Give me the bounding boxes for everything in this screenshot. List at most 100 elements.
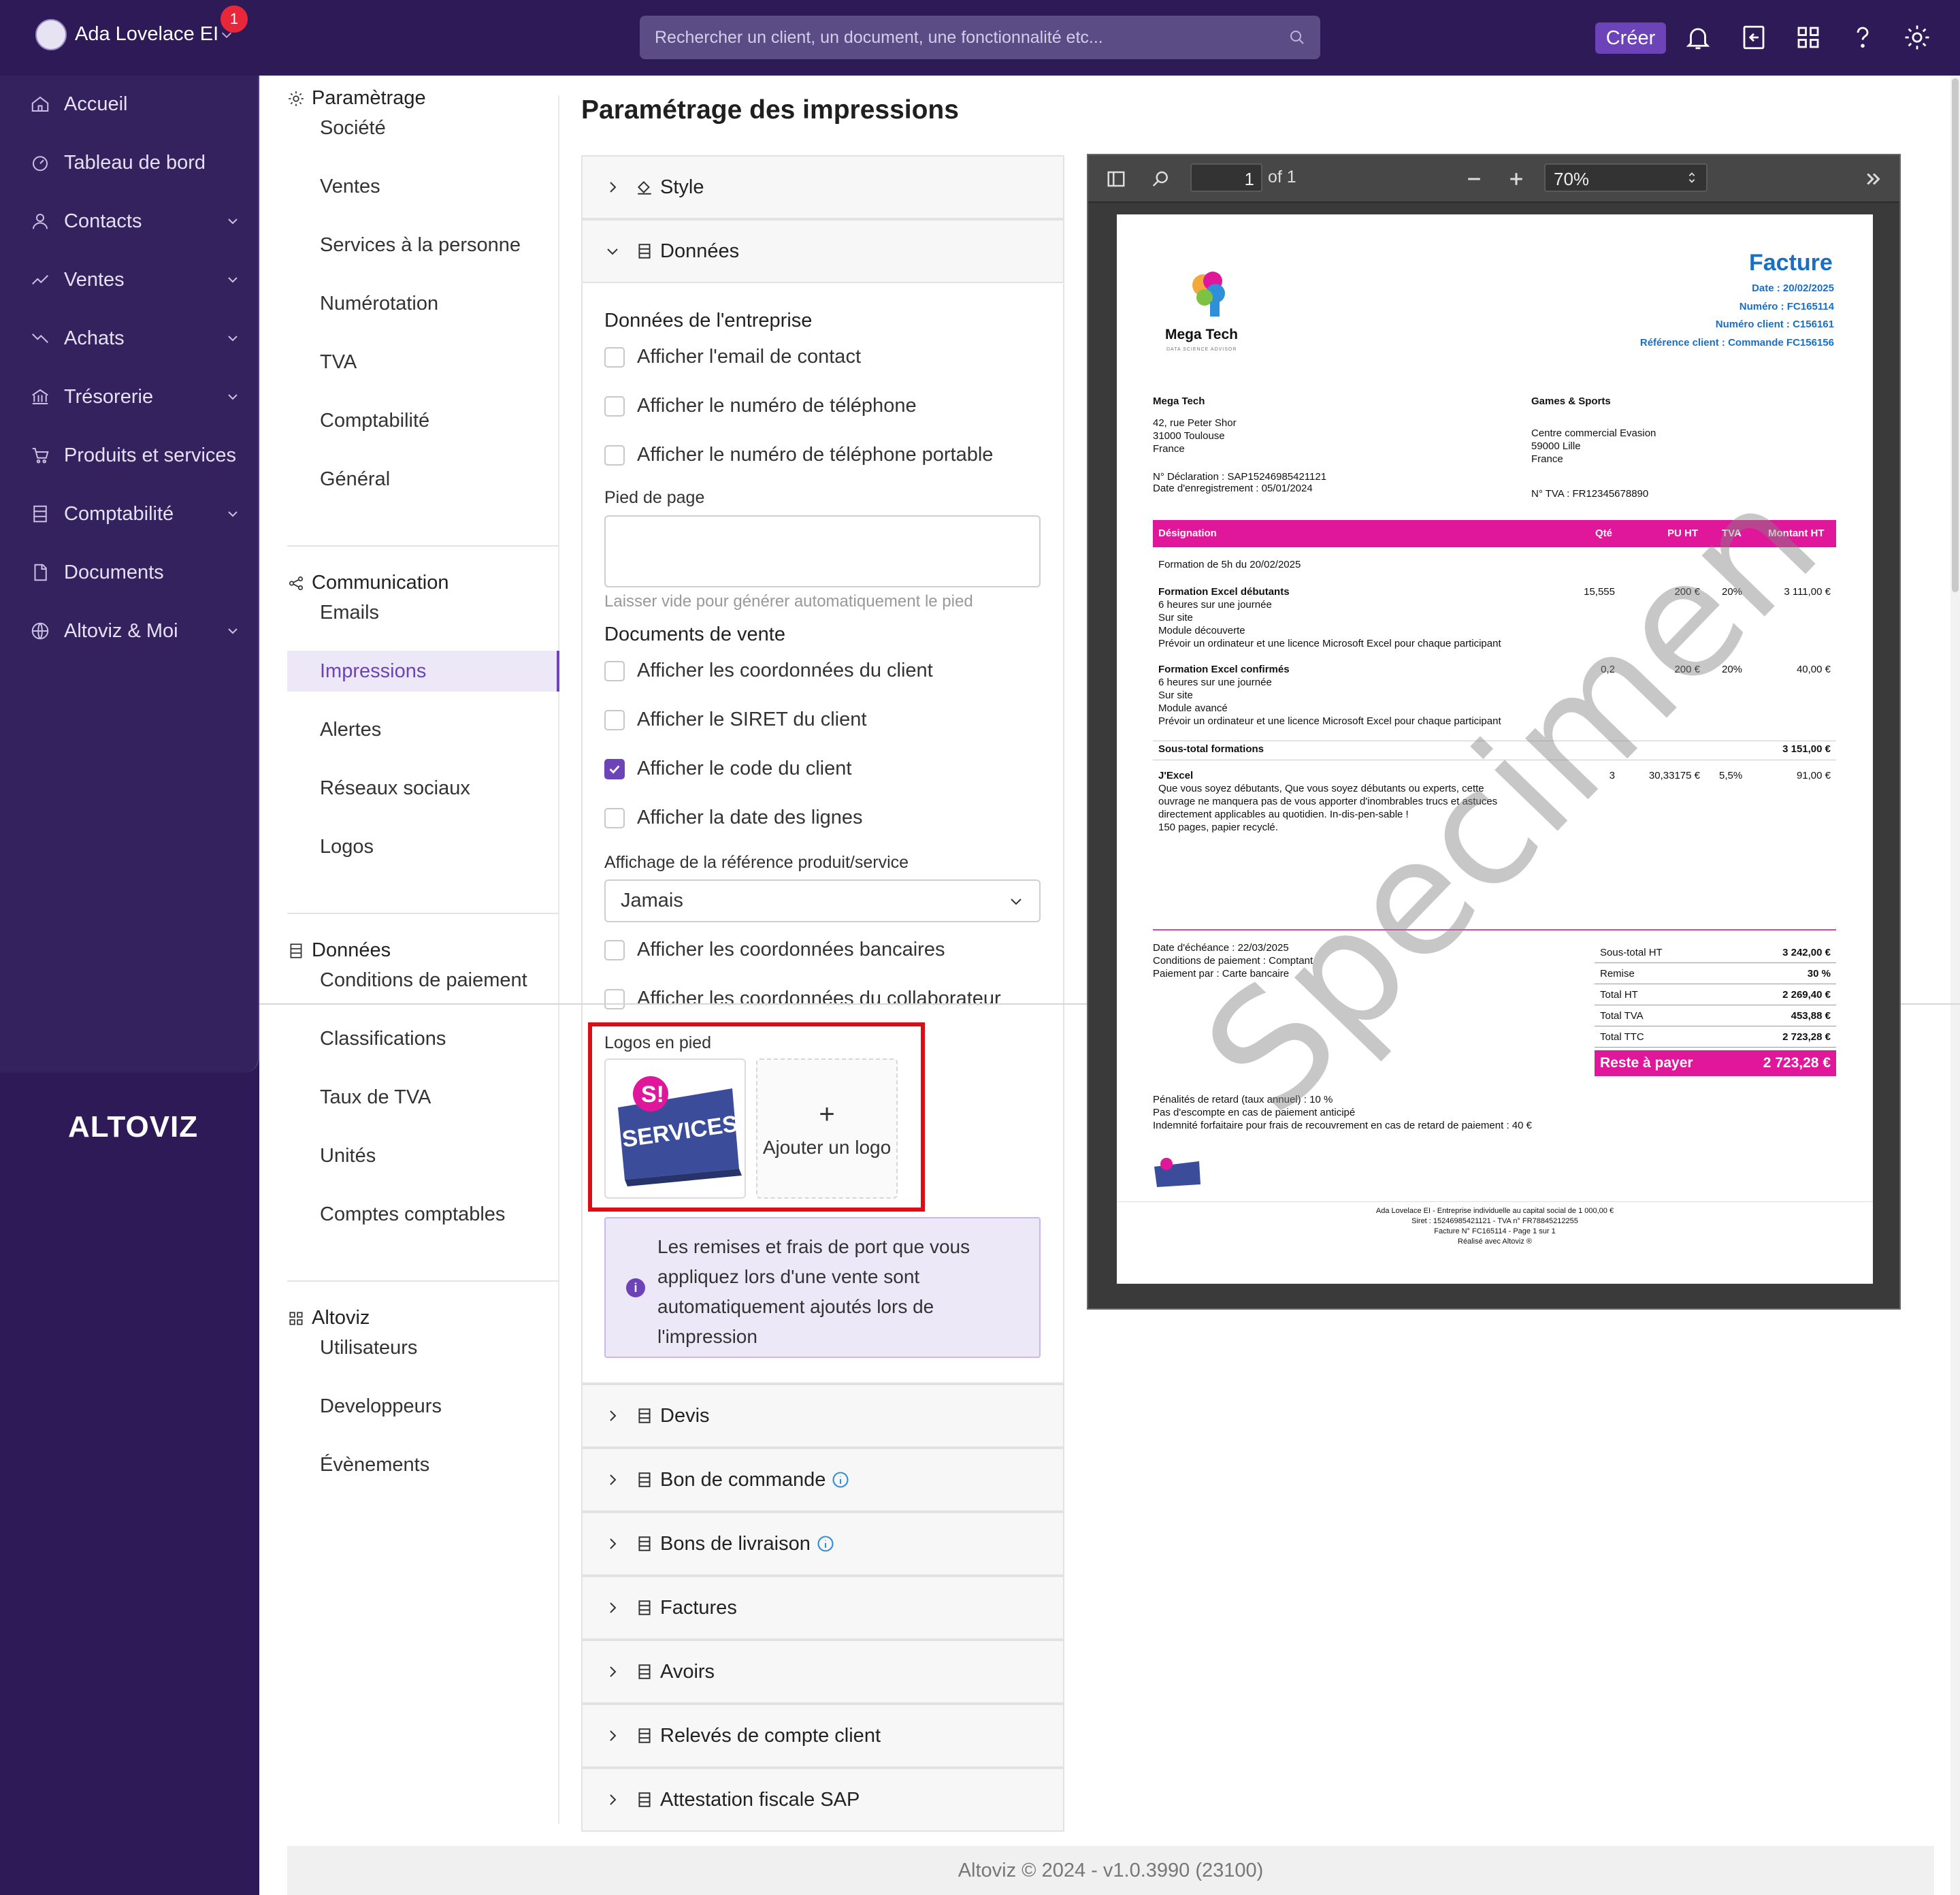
accordion-donnees[interactable]: Données — [581, 219, 1064, 283]
accordion-1[interactable]: Bon de commande — [581, 1448, 1064, 1512]
settings-nav-item[interactable]: Numérotation — [320, 283, 438, 324]
sidebar-item-0[interactable]: Accueil — [30, 84, 241, 125]
settings-nav-separator — [287, 545, 559, 547]
option-checkbox[interactable]: Afficher les coordonnées bancaires — [604, 939, 945, 961]
accordion-2[interactable]: Bons de livraison — [581, 1512, 1064, 1576]
info-icon[interactable] — [831, 1470, 850, 1489]
logout-icon[interactable] — [1740, 23, 1768, 52]
sidebar-item-6[interactable]: Produits et services — [30, 435, 241, 476]
checkbox[interactable] — [604, 660, 625, 681]
accordion-5[interactable]: Relevés de compte client — [581, 1704, 1064, 1768]
company-avatar[interactable] — [35, 19, 67, 50]
option-checkbox[interactable]: Afficher le code du client — [604, 758, 851, 780]
checkbox[interactable] — [604, 346, 625, 368]
add-logo-button[interactable]: + Ajouter un logo — [756, 1058, 898, 1199]
table-icon — [638, 244, 651, 259]
page-number-input[interactable]: 1 — [1190, 163, 1262, 192]
ref-select[interactable]: Jamais — [604, 879, 1041, 922]
sidebar-item-8[interactable]: Documents — [30, 552, 241, 593]
settings-nav-item[interactable]: Société — [320, 108, 386, 148]
zoom-in-icon[interactable] — [1506, 169, 1526, 189]
double-chevron-right-icon[interactable] — [1863, 169, 1884, 189]
settings-nav-item[interactable]: Impressions — [287, 651, 559, 692]
option-checkbox[interactable]: Afficher la date des lignes — [604, 807, 863, 829]
table-icon — [638, 1536, 651, 1551]
footer-logo-tile[interactable]: S! SERVICES À LA PERSONNE — [604, 1058, 746, 1199]
zoom-select[interactable]: 70% — [1544, 163, 1708, 192]
settings-nav-item[interactable]: Réseaux sociaux — [320, 768, 470, 809]
reste-a-payer: Reste à payer 2 723,28 € — [1595, 1050, 1836, 1076]
settings-nav-item[interactable]: Services à la personne — [320, 225, 521, 265]
settings-nav-item[interactable]: Unités — [320, 1135, 376, 1176]
settings-group-label: Altoviz — [312, 1307, 370, 1329]
user-name[interactable]: Ada Lovelace EI — [75, 23, 218, 46]
settings-nav-item[interactable]: Conditions de paiement — [320, 960, 527, 1001]
chevron-down-icon — [228, 394, 238, 400]
settings-nav-item[interactable]: Alertes — [320, 709, 381, 750]
option-checkbox[interactable]: Afficher l'email de contact — [604, 346, 861, 368]
settings-group-label: Communication — [312, 572, 449, 594]
checkbox-label: Afficher le numéro de téléphone portable — [637, 444, 994, 466]
settings-nav-item[interactable]: Logos — [320, 826, 374, 867]
vente-title: Documents de vente — [604, 623, 785, 645]
bank-icon — [32, 389, 48, 404]
checkbox[interactable] — [604, 444, 625, 466]
settings-nav-item[interactable]: Ventes — [320, 166, 380, 207]
settings-group-title: Communication — [287, 572, 448, 594]
page-title: Paramétrage des impressions — [581, 95, 959, 125]
settings-group-label: Données — [312, 939, 391, 961]
option-checkbox[interactable]: Afficher le numéro de téléphone — [604, 395, 917, 417]
settings-nav-item[interactable]: Developpeurs — [320, 1386, 442, 1427]
checkbox[interactable] — [604, 395, 625, 417]
apps-grid-icon[interactable] — [1794, 23, 1823, 52]
sidebar-item-9[interactable]: Altoviz & Moi — [30, 611, 241, 651]
zoom-out-icon[interactable] — [1464, 169, 1484, 189]
help-icon[interactable] — [1848, 23, 1877, 52]
settings-nav-item[interactable]: Classifications — [320, 1018, 446, 1059]
line-desc: 6 heures sur une journée — [1158, 677, 1272, 688]
settings-nav-item[interactable]: Comptes comptables — [320, 1194, 505, 1235]
settings-nav-item[interactable]: Emails — [320, 592, 379, 633]
create-button[interactable]: Créer — [1595, 22, 1666, 54]
invoice-client-number: Numéro client : C156161 — [1715, 319, 1834, 330]
option-checkbox[interactable]: Afficher les coordonnées du collaborateu… — [604, 988, 1001, 1010]
settings-nav-item[interactable]: Général — [320, 459, 390, 500]
bell-icon[interactable] — [1684, 23, 1712, 52]
chevron-right-icon — [610, 1794, 617, 1805]
info-icon[interactable] — [816, 1534, 835, 1553]
sidebar-item-3[interactable]: Ventes — [30, 259, 241, 300]
checkbox[interactable] — [604, 807, 625, 828]
footer-textarea[interactable] — [604, 515, 1041, 587]
settings-nav-item[interactable]: Comptabilité — [320, 400, 429, 441]
option-checkbox[interactable]: Afficher les coordonnées du client — [604, 660, 933, 682]
sidebar-toggle-icon[interactable] — [1106, 169, 1126, 189]
sidebar-item-4[interactable]: Achats — [30, 318, 241, 359]
accordion-3[interactable]: Factures — [581, 1576, 1064, 1640]
settings-nav-item[interactable]: Taux de TVA — [320, 1077, 431, 1118]
checkbox[interactable] — [604, 988, 625, 1009]
option-checkbox[interactable]: Afficher le SIRET du client — [604, 709, 866, 731]
settings-nav-item[interactable]: TVA — [320, 342, 357, 383]
accordion-4[interactable]: Avoirs — [581, 1640, 1064, 1704]
gear-icon[interactable] — [1903, 23, 1931, 52]
accordion-6[interactable]: Attestation fiscale SAP — [581, 1768, 1064, 1832]
settings-nav-item[interactable]: Évènements — [320, 1444, 429, 1485]
option-checkbox[interactable]: Afficher le numéro de téléphone portable — [604, 444, 993, 466]
accordion-style[interactable]: Style — [581, 155, 1064, 219]
total-row: Total HT 2 269,40 € — [1595, 984, 1836, 1005]
line-montant: 40,00 € — [1796, 664, 1831, 675]
sidebar-item-7[interactable]: Comptabilité — [30, 493, 241, 534]
document-icon — [34, 564, 47, 581]
search-input[interactable]: Rechercher un client, un document, une f… — [640, 16, 1320, 59]
checkbox[interactable] — [604, 758, 625, 779]
total-value: 3 242,00 € — [1782, 947, 1831, 958]
search-icon[interactable] — [1151, 169, 1171, 189]
checkbox[interactable] — [604, 939, 625, 960]
accordion-0[interactable]: Devis — [581, 1384, 1064, 1448]
sidebar-item-1[interactable]: Tableau de bord — [30, 142, 241, 183]
settings-nav-item[interactable]: Utilisateurs — [320, 1327, 417, 1368]
sidebar-item-5[interactable]: Trésorerie — [30, 376, 241, 417]
scrollbar-thumb[interactable] — [1952, 78, 1959, 592]
checkbox[interactable] — [604, 709, 625, 730]
sidebar-item-2[interactable]: Contacts — [30, 201, 241, 242]
